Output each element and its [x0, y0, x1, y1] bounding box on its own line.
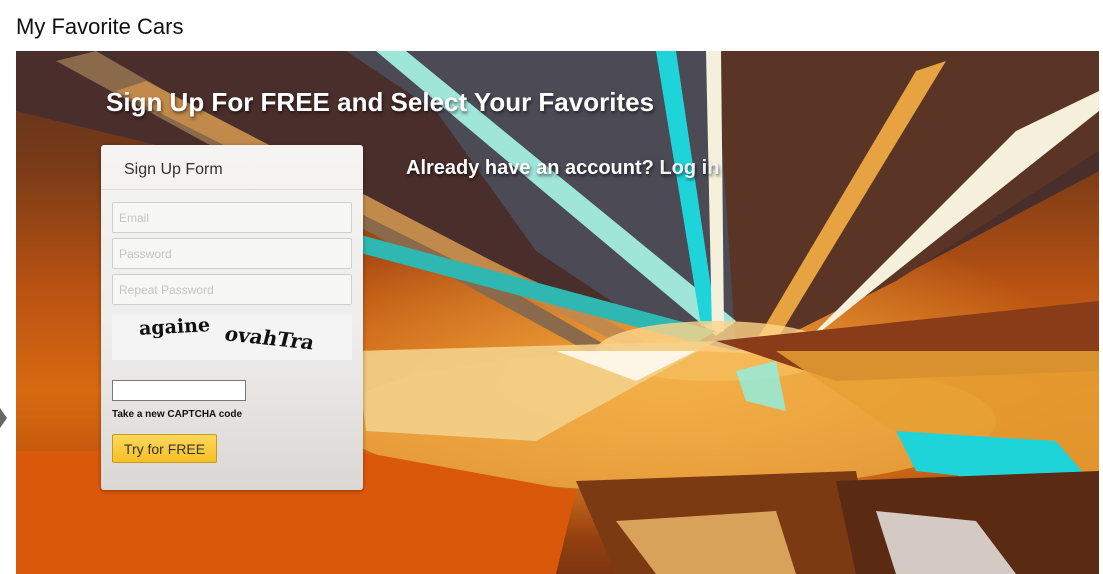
- captcha-word: ovahTra: [222, 321, 318, 355]
- password-field[interactable]: [112, 238, 352, 269]
- repeat-password-field[interactable]: [112, 274, 352, 305]
- login-prompt-text: Already have an account?: [406, 157, 654, 179]
- captcha-input[interactable]: [112, 380, 246, 401]
- hero-headline: Sign Up For FREE and Select Your Favorit…: [106, 87, 655, 117]
- captcha-refresh-link[interactable]: Take a new CAPTCHA code: [112, 409, 242, 420]
- try-free-button[interactable]: Try for FREE: [112, 434, 217, 463]
- login-link[interactable]: Log in: [659, 157, 719, 179]
- hero-banner: Sign Up For FREE and Select Your Favorit…: [16, 51, 1099, 574]
- login-prompt: Already have an account? Log in: [406, 157, 719, 180]
- side-expand-arrow-icon[interactable]: [0, 408, 7, 428]
- captcha-word: againe: [138, 314, 211, 340]
- page-title: My Favorite Cars: [16, 14, 184, 39]
- captcha-image: againe ovahTra: [112, 314, 352, 360]
- signup-form-title: Sign Up Form: [101, 145, 363, 190]
- email-field[interactable]: [112, 202, 352, 233]
- signup-form: Sign Up Form againe ovahTra Take a new C…: [101, 145, 363, 490]
